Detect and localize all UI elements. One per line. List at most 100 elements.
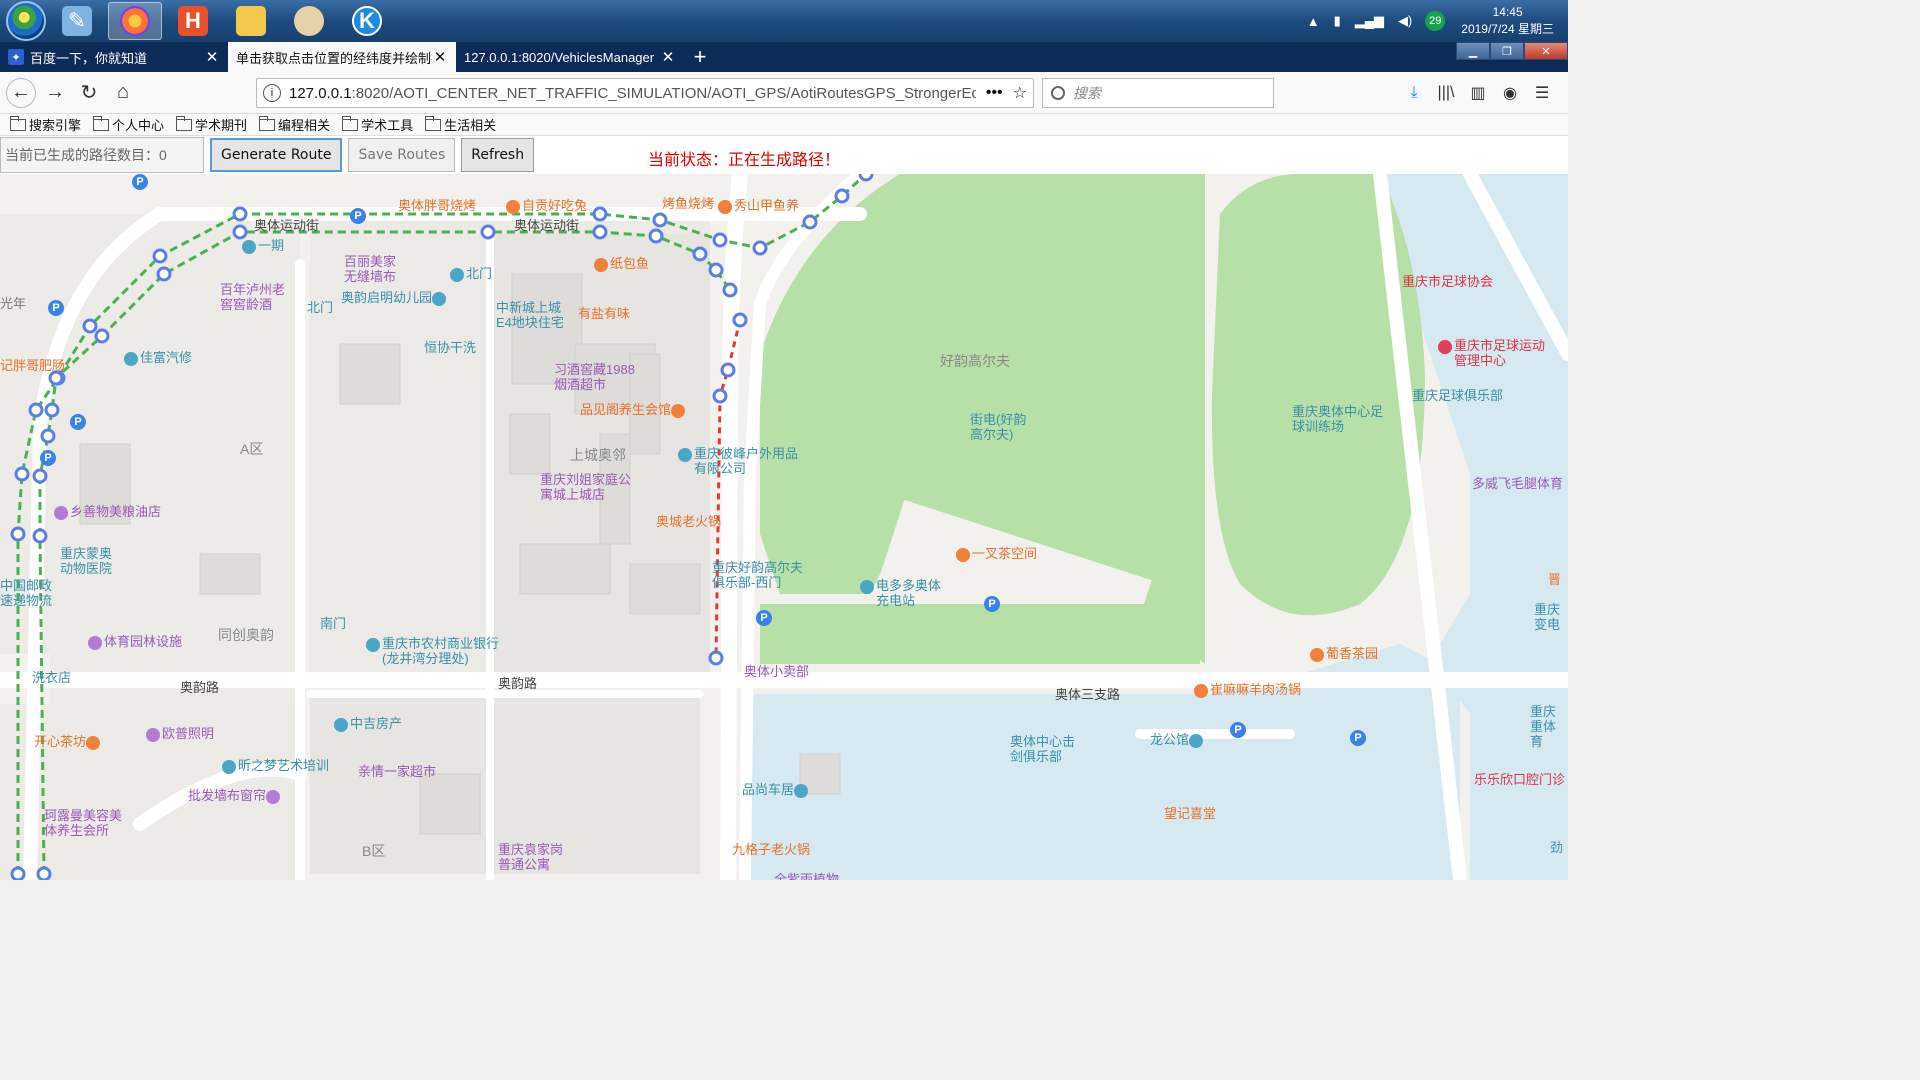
menu-icon[interactable]: ☰ xyxy=(1526,78,1558,108)
poi-label[interactable]: 晋 xyxy=(1548,572,1561,587)
library-icon[interactable]: |||\ xyxy=(1430,78,1462,108)
poi-label[interactable]: 重庆刘姐家庭公寓城上城店 xyxy=(540,472,636,502)
poi-label[interactable]: 重庆变电 xyxy=(1534,602,1568,632)
parking-icon[interactable]: P xyxy=(132,174,148,190)
parking-icon[interactable]: P xyxy=(1230,722,1246,738)
poi-label[interactable]: 百丽美家无缝墙布 xyxy=(344,254,408,284)
poi-label[interactable]: 习酒窖藏1988烟酒超市 xyxy=(554,362,638,392)
poi-label[interactable]: 南门 xyxy=(320,616,346,631)
poi-text[interactable]: 北门 xyxy=(466,266,492,281)
close-icon[interactable]: ✕ xyxy=(660,48,676,66)
poi-label[interactable]: 重庆足球俱乐部 xyxy=(1412,388,1503,403)
poi-text[interactable]: 纸包鱼 xyxy=(610,256,649,271)
bookmark-folder-journals[interactable]: 学术期刊 xyxy=(176,115,247,134)
generate-route-button[interactable]: Generate Route xyxy=(210,138,343,172)
poi-label[interactable]: 中国邮政速递物流 xyxy=(0,578,52,608)
poi-label[interactable]: 中新城上城E4地块住宅 xyxy=(496,300,568,330)
taskbar-app-hbuilder[interactable]: H xyxy=(166,2,220,40)
poi-text[interactable]: 品见阁养生会馆 xyxy=(580,402,671,417)
taskbar-clock[interactable]: 14:45 2019/7/24 星期三 xyxy=(1461,4,1554,38)
parking-icon[interactable]: P xyxy=(70,414,86,430)
bookmark-folder-academic-tools[interactable]: 学术工具 xyxy=(342,115,413,134)
poi-label[interactable]: 恒协干洗 xyxy=(424,340,476,355)
poi-text[interactable]: 一期 xyxy=(258,238,284,253)
poi-text[interactable]: 崔嘛嘛羊肉汤锅 xyxy=(1210,682,1301,697)
poi-label[interactable]: 珂露曼美容美体养生会所 xyxy=(44,808,128,838)
start-button[interactable] xyxy=(6,1,46,41)
poi-text[interactable]: 重庆市农村商业银行(龙井湾分理处) xyxy=(382,636,506,666)
taskbar-app-notepad[interactable]: ✎ xyxy=(50,2,104,40)
poi-text[interactable]: 体育园林设施 xyxy=(104,634,182,649)
parking-icon[interactable]: P xyxy=(1350,730,1366,746)
notification-badge[interactable]: 29 xyxy=(1425,11,1446,31)
poi-text[interactable]: 葡香茶园 xyxy=(1326,646,1378,661)
poi-label[interactable]: 奥体胖哥烧烤 xyxy=(398,198,476,213)
window-close-button[interactable]: ✕ xyxy=(1524,42,1568,60)
new-tab-button[interactable]: + xyxy=(684,42,716,72)
parking-icon[interactable]: P xyxy=(40,450,56,466)
network-icon[interactable]: ▂▄▆ xyxy=(1355,13,1384,29)
parking-icon[interactable]: P xyxy=(984,596,1000,612)
poi-text[interactable]: 自贡好吃兔 xyxy=(522,198,587,213)
url-text[interactable]: 127.0.0.1:8020/AOTI_CENTER_NET_TRAFFIC_S… xyxy=(289,85,976,102)
poi-label[interactable]: 亲情一家超市 xyxy=(358,764,436,779)
poi-label[interactable]: 有盐有味 xyxy=(578,306,630,321)
poi-label[interactable]: 重庆好韵高尔夫俱乐部-西门 xyxy=(712,560,808,590)
reload-button[interactable]: ↻ xyxy=(74,78,104,108)
download-icon[interactable]: ⤓ xyxy=(1398,78,1430,108)
bookmark-folder-programming[interactable]: 编程相关 xyxy=(259,115,330,134)
poi-label[interactable]: 烤鱼烧烤 xyxy=(662,196,714,211)
tab-map-polyline[interactable]: 单击获取点击位置的经纬度并绘制折线 ✕ xyxy=(228,42,456,72)
bookmark-folder-life[interactable]: 生活相关 xyxy=(425,115,496,134)
taskbar-app-paint[interactable] xyxy=(282,2,336,40)
url-bar[interactable]: i 127.0.0.1:8020/AOTI_CENTER_NET_TRAFFIC… xyxy=(256,78,1034,108)
poi-label[interactable]: 奥体小卖部 xyxy=(744,664,809,679)
taskbar-app-kuaizip[interactable]: K xyxy=(340,2,394,40)
save-routes-button[interactable]: Save Routes xyxy=(348,138,456,172)
poi-text[interactable]: 昕之梦艺术培训 xyxy=(238,758,329,773)
poi-text[interactable]: 中吉房产 xyxy=(350,716,402,731)
refresh-button[interactable]: Refresh xyxy=(461,138,535,172)
tab-baidu[interactable]: ✦ 百度一下，你就知道 ✕ xyxy=(0,42,228,72)
poi-label[interactable]: 重庆蒙奥动物医院 xyxy=(60,546,120,576)
poi-label[interactable]: 奥城老火锅 xyxy=(656,514,721,529)
poi-label[interactable]: 北门 xyxy=(307,300,333,315)
poi-label[interactable]: 重庆市足球协会 xyxy=(1402,274,1493,289)
poi-label[interactable]: 重庆重体育 xyxy=(1530,704,1568,749)
poi-text[interactable]: 佳富汽修 xyxy=(140,350,192,365)
poi-label[interactable]: 重庆奥体中心足球训练场 xyxy=(1292,404,1388,434)
poi-label[interactable]: 百年泸州老窖窖龄酒 xyxy=(220,282,292,312)
poi-text[interactable]: 重庆彼峰户外用品有限公司 xyxy=(694,446,804,476)
poi-text[interactable]: 龙公馆 xyxy=(1150,732,1189,747)
poi-label[interactable]: 望记喜堂 xyxy=(1164,806,1216,821)
map-canvas[interactable]: 奥体运动街 奥体运动街 奥韵路 奥韵路 奥体三支路 A区 上城奥邻 同创奥韵 B… xyxy=(0,174,1568,880)
poi-text[interactable]: 秀山甲鱼养 xyxy=(734,198,799,213)
poi-text[interactable]: 电多多奥体充电站 xyxy=(876,578,948,608)
poi-label[interactable]: 洗衣店 xyxy=(32,670,71,685)
tray-expand-icon[interactable]: ▲ xyxy=(1307,14,1320,29)
poi-label[interactable]: 劲 xyxy=(1550,840,1563,855)
poi-label[interactable]: 九格子老火锅 xyxy=(732,842,810,857)
parking-icon[interactable]: P xyxy=(756,610,772,626)
maximize-button[interactable]: ❐ xyxy=(1490,42,1524,60)
poi-label[interactable]: 奥体中心击剑俱乐部 xyxy=(1010,734,1082,764)
taskbar-app-firefox[interactable] xyxy=(108,2,162,40)
sidebar-icon[interactable]: ▥ xyxy=(1462,78,1494,108)
battery-icon[interactable]: ▮ xyxy=(1334,13,1341,29)
poi-label[interactable]: 全紫雨植物 xyxy=(774,872,839,880)
poi-text[interactable]: 重庆市足球运动管理中心 xyxy=(1454,338,1554,368)
taskbar-app-explorer[interactable] xyxy=(224,2,278,40)
poi-label[interactable]: 重庆袁家岗普通公寓 xyxy=(498,842,570,872)
poi-text[interactable]: 开心茶坊 xyxy=(34,734,86,749)
poi-label[interactable]: 记胖哥肥肠 xyxy=(0,358,65,373)
forward-button[interactable]: → xyxy=(40,78,70,108)
poi-text[interactable]: 奥韵启明幼儿园 xyxy=(341,290,432,305)
home-button[interactable]: ⌂ xyxy=(108,78,138,108)
poi-text[interactable]: 欧普照明 xyxy=(162,726,214,741)
poi-label[interactable]: 街电(好韵高尔夫) xyxy=(970,412,1034,442)
poi-text[interactable]: 一叉茶空间 xyxy=(972,546,1037,561)
poi-text[interactable]: 批发墙布窗帘 xyxy=(188,788,266,803)
account-icon[interactable]: ◉ xyxy=(1494,78,1526,108)
bookmark-folder-personal[interactable]: 个人中心 xyxy=(93,115,164,134)
close-icon[interactable]: ✕ xyxy=(204,48,220,66)
